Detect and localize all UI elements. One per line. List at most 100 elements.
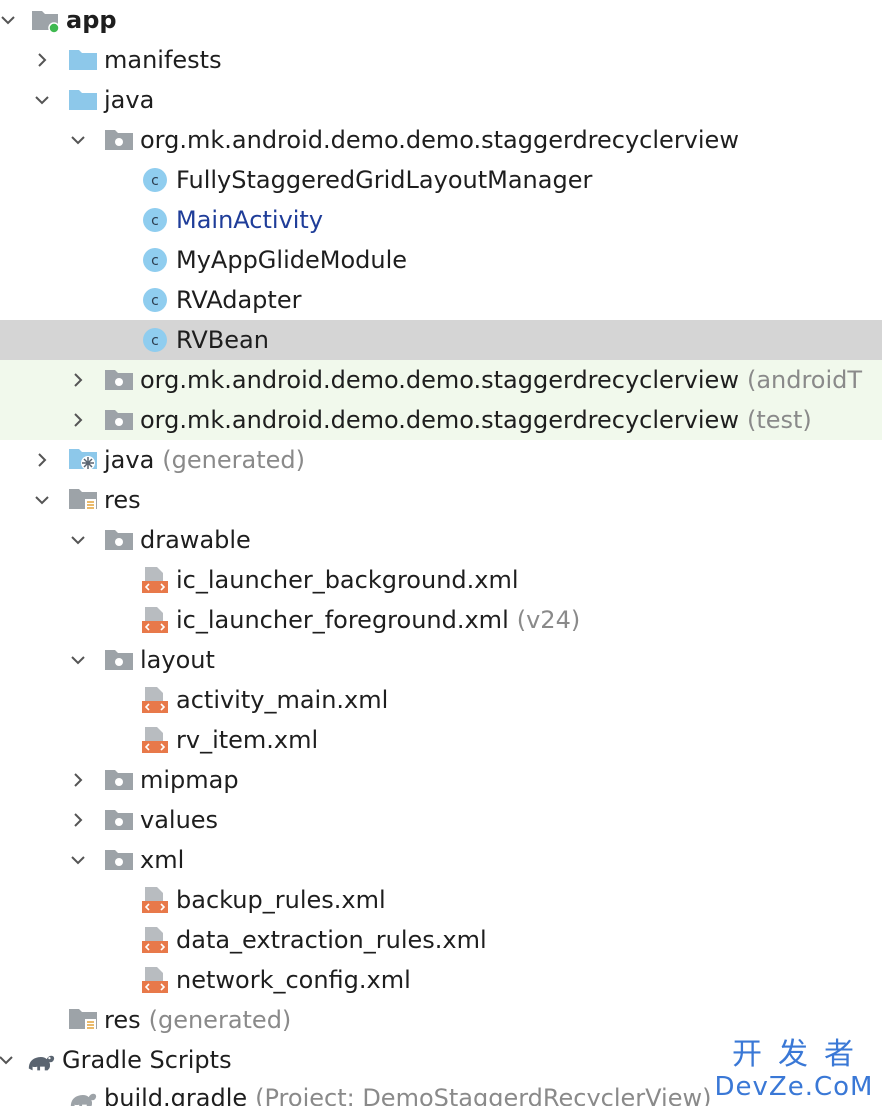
tree-node-class-selected[interactable]: c RVBean — [0, 320, 882, 360]
project-tree: app manifests java org.mk.android.demo.d… — [0, 0, 882, 1106]
tree-node-package-android-test[interactable]: org.mk.android.demo.demo.staggerdrecycle… — [0, 360, 882, 400]
folder-icon — [104, 525, 134, 555]
chevron-down-icon[interactable] — [66, 648, 90, 672]
tree-node-xml[interactable]: xml — [0, 840, 882, 880]
xml-file-icon — [140, 565, 170, 595]
tree-node-suffix: (generated) — [162, 446, 305, 474]
package-icon — [104, 365, 134, 395]
chevron-right-icon[interactable] — [66, 808, 90, 832]
tree-node-label: xml — [140, 846, 185, 874]
module-folder-icon — [30, 5, 60, 35]
xml-file-icon — [140, 885, 170, 915]
tree-node-label: mipmap — [140, 766, 239, 794]
class-icon: c — [140, 325, 170, 355]
xml-file-icon — [140, 925, 170, 955]
tree-node-suffix: (androidT — [746, 366, 863, 394]
tree-node-manifests[interactable]: manifests — [0, 40, 882, 80]
tree-node-label: org.mk.android.demo.demo.staggerdrecycle… — [140, 406, 739, 434]
folder-icon — [104, 805, 134, 835]
tree-node-java[interactable]: java — [0, 80, 882, 120]
chevron-down-icon[interactable] — [66, 528, 90, 552]
tree-node-label: MyAppGlideModule — [176, 246, 407, 274]
chevron-down-icon[interactable] — [0, 8, 20, 32]
gradle-icon — [26, 1045, 56, 1075]
tree-node-label: RVBean — [176, 326, 269, 354]
tree-node-label: Gradle Scripts — [62, 1046, 232, 1074]
tree-node-label: ic_launcher_background.xml — [176, 566, 519, 594]
tree-node-suffix: (generated) — [148, 1006, 292, 1034]
resource-folder-icon — [68, 1005, 98, 1035]
tree-node-res-generated[interactable]: res (generated) — [0, 1000, 882, 1040]
package-icon — [104, 125, 134, 155]
tree-node-xml-file[interactable]: backup_rules.xml — [0, 880, 882, 920]
chevron-right-icon[interactable] — [30, 48, 54, 72]
tree-node-suffix: (test) — [746, 406, 812, 434]
tree-node-label: activity_main.xml — [176, 686, 389, 714]
tree-node-label: org.mk.android.demo.demo.staggerdrecycle… — [140, 366, 739, 394]
tree-node-label: rv_item.xml — [176, 726, 319, 754]
tree-node-xml-file[interactable]: ic_launcher_background.xml — [0, 560, 882, 600]
tree-node-label: drawable — [140, 526, 251, 554]
folder-icon — [68, 45, 98, 75]
gradle-icon — [68, 1083, 98, 1106]
tree-node-package-main[interactable]: org.mk.android.demo.demo.staggerdrecycle… — [0, 120, 882, 160]
tree-node-label: java — [104, 86, 155, 114]
tree-node-class[interactable]: c FullyStaggeredGridLayoutManager — [0, 160, 882, 200]
folder-icon — [68, 85, 98, 115]
package-icon — [104, 405, 134, 435]
chevron-right-icon[interactable] — [66, 768, 90, 792]
tree-node-class[interactable]: c MainActivity — [0, 200, 882, 240]
tree-node-xml-file[interactable]: ic_launcher_foreground.xml (v24) — [0, 600, 882, 640]
chevron-down-icon[interactable] — [30, 488, 54, 512]
tree-node-package-test[interactable]: org.mk.android.demo.demo.staggerdrecycle… — [0, 400, 882, 440]
tree-node-label: java — [104, 446, 155, 474]
class-icon: c — [140, 165, 170, 195]
tree-node-label: MainActivity — [176, 206, 324, 234]
tree-node-suffix: (Project: DemoStaggerdRecyclerView) — [255, 1084, 712, 1106]
xml-file-icon — [140, 725, 170, 755]
tree-node-class[interactable]: c MyAppGlideModule — [0, 240, 882, 280]
chevron-right-icon[interactable] — [66, 408, 90, 432]
tree-node-mipmap[interactable]: mipmap — [0, 760, 882, 800]
chevron-down-icon[interactable] — [0, 1048, 18, 1072]
tree-node-label: network_config.xml — [176, 966, 411, 994]
tree-node-java-generated[interactable]: java (generated) — [0, 440, 882, 480]
xml-file-icon — [140, 685, 170, 715]
svg-text:c: c — [151, 333, 159, 349]
svg-text:c: c — [151, 173, 159, 189]
folder-icon — [104, 765, 134, 795]
folder-icon — [104, 645, 134, 675]
tree-node-label: org.mk.android.demo.demo.staggerdrecycle… — [140, 126, 739, 154]
tree-node-class[interactable]: c RVAdapter — [0, 280, 882, 320]
svg-text:c: c — [151, 253, 159, 269]
folder-icon — [104, 845, 134, 875]
tree-node-layout[interactable]: layout — [0, 640, 882, 680]
tree-node-app[interactable]: app — [0, 0, 882, 40]
chevron-down-icon[interactable] — [66, 128, 90, 152]
tree-node-xml-file[interactable]: activity_main.xml — [0, 680, 882, 720]
tree-node-xml-file[interactable]: data_extraction_rules.xml — [0, 920, 882, 960]
class-icon: c — [140, 285, 170, 315]
chevron-down-icon[interactable] — [30, 88, 54, 112]
tree-node-drawable[interactable]: drawable — [0, 520, 882, 560]
tree-node-label: build.gradle — [104, 1084, 248, 1106]
generated-folder-icon — [68, 445, 98, 475]
tree-node-label: res — [104, 1006, 141, 1034]
tree-node-label: RVAdapter — [176, 286, 302, 314]
tree-node-res[interactable]: res — [0, 480, 882, 520]
tree-node-label: manifests — [104, 46, 222, 74]
chevron-right-icon[interactable] — [30, 448, 54, 472]
tree-node-label: FullyStaggeredGridLayoutManager — [176, 166, 593, 194]
tree-node-xml-file[interactable]: network_config.xml — [0, 960, 882, 1000]
tree-node-label: backup_rules.xml — [176, 886, 386, 914]
watermark-line-1: 开发者 — [732, 1037, 870, 1072]
tree-node-values[interactable]: values — [0, 800, 882, 840]
chevron-down-icon[interactable] — [66, 848, 90, 872]
tree-node-xml-file[interactable]: rv_item.xml — [0, 720, 882, 760]
tree-node-suffix: (v24) — [516, 606, 581, 634]
svg-text:c: c — [151, 293, 159, 309]
tree-node-label: layout — [140, 646, 215, 674]
chevron-right-icon[interactable] — [66, 368, 90, 392]
tree-node-label: app — [66, 6, 117, 34]
svg-text:c: c — [151, 213, 159, 229]
